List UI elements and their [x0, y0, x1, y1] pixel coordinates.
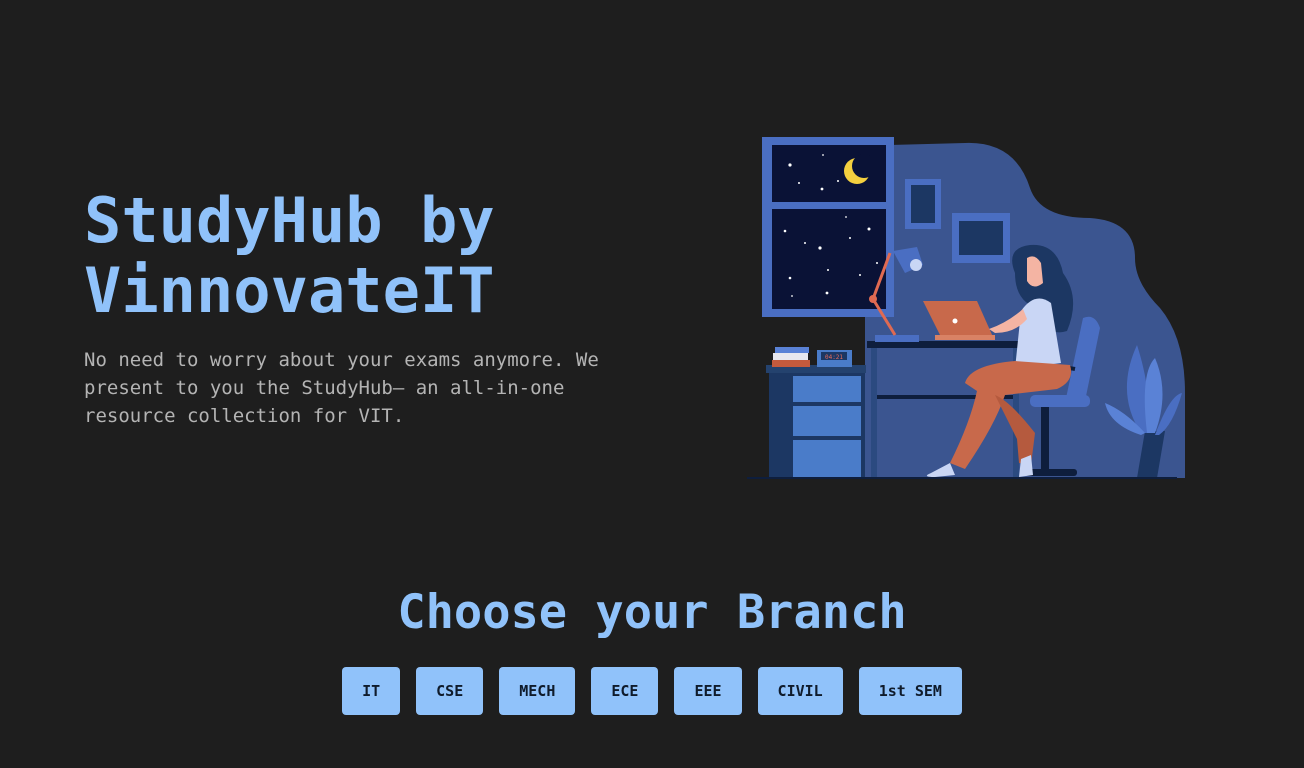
- study-illustration: 04:21: [747, 137, 1185, 479]
- desk-top: [867, 341, 1022, 348]
- branch-button-mech[interactable]: MECH: [499, 667, 576, 715]
- hero-title: StudyHub by VinnovateIT: [84, 186, 644, 326]
- branch-button-list: IT CSE MECH ECE EEE CIVIL 1st SEM: [0, 667, 1304, 715]
- hero-title-line-2: VinnovateIT: [84, 254, 495, 327]
- branch-button-cse[interactable]: CSE: [416, 667, 484, 715]
- page: StudyHub by VinnovateIT No need to worry…: [0, 0, 1304, 768]
- hero-title-line-1: StudyHub by: [84, 184, 495, 257]
- book-3: [775, 347, 809, 353]
- choose-branch-heading: Choose your Branch: [397, 585, 907, 640]
- branch-button-civil[interactable]: CIVIL: [757, 667, 843, 715]
- branch-button-ece[interactable]: ECE: [591, 667, 659, 715]
- window-pane-bottom: [772, 209, 886, 309]
- desk-leg-left: [871, 348, 877, 478]
- branch-button-it[interactable]: IT: [342, 667, 401, 715]
- branch-button-1st-sem[interactable]: 1st SEM: [858, 667, 962, 715]
- branch-button-eee[interactable]: EEE: [674, 667, 742, 715]
- book-1: [772, 360, 810, 367]
- book-2: [773, 353, 808, 360]
- clock-display: 04:21: [825, 354, 843, 361]
- hero-description: No need to worry about your exams anymor…: [84, 349, 599, 427]
